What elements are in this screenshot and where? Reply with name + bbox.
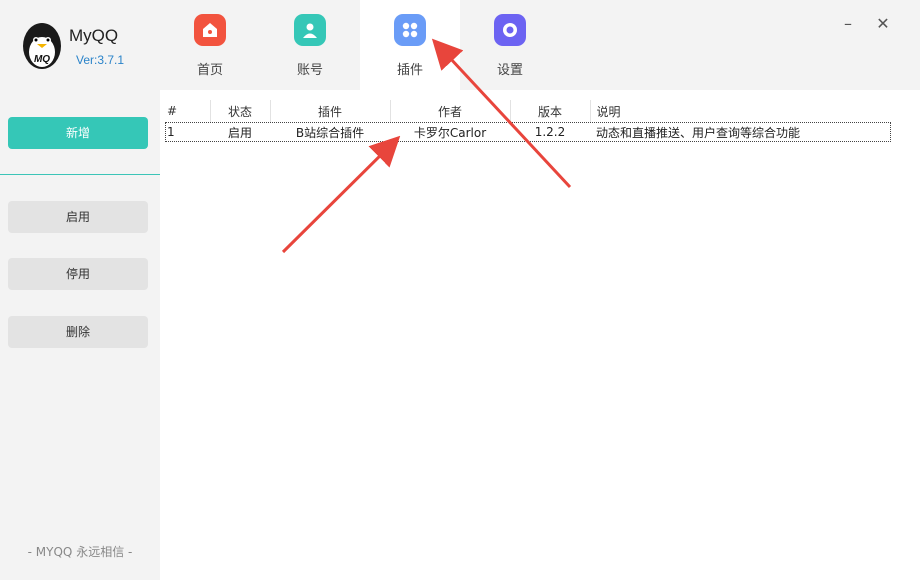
tab-settings[interactable]: 设置 bbox=[460, 0, 560, 90]
col-header-description[interactable]: 说明 bbox=[590, 100, 891, 122]
table-header-row: # 状态 插件 作者 版本 说明 bbox=[165, 100, 891, 122]
plugin-table: # 状态 插件 作者 版本 说明 1 启用 B站综合插件 卡罗尔Carlor 1… bbox=[165, 100, 891, 142]
logo-text: MQ bbox=[34, 54, 50, 65]
penguin-logo-icon: MQ bbox=[22, 22, 62, 70]
sidebar-divider bbox=[0, 174, 160, 175]
close-button[interactable]: ✕ bbox=[873, 14, 893, 34]
cell-plugin: B站综合插件 bbox=[295, 125, 365, 140]
col-header-plugin[interactable]: 插件 bbox=[270, 100, 391, 122]
main-panel: # 状态 插件 作者 版本 说明 1 启用 B站综合插件 卡罗尔Carlor 1… bbox=[160, 90, 920, 580]
app-name: MyQQ bbox=[69, 26, 119, 45]
cell-version: 1.2.2 bbox=[534, 125, 566, 139]
tab-label: 首页 bbox=[196, 63, 223, 78]
table-row[interactable]: 1 启用 B站综合插件 卡罗尔Carlor 1.2.2 动态和直播推送、用户查询… bbox=[165, 122, 891, 142]
tab-home[interactable]: 首页 bbox=[160, 0, 260, 90]
enable-button[interactable]: 启用 bbox=[8, 201, 148, 233]
cell-index: 1 bbox=[167, 125, 175, 139]
settings-icon bbox=[494, 14, 526, 46]
plugin-grid-icon bbox=[394, 14, 426, 46]
add-plugin-button[interactable]: 新增 bbox=[8, 117, 148, 149]
user-icon bbox=[294, 14, 326, 46]
tab-label: 设置 bbox=[496, 63, 523, 78]
delete-button[interactable]: 删除 bbox=[8, 316, 148, 348]
col-header-version[interactable]: 版本 bbox=[510, 100, 591, 122]
sidebar: 新增 启用 停用 删除 - MYQQ 永远相信 - bbox=[0, 90, 160, 580]
cell-description: 动态和直播推送、用户查询等综合功能 bbox=[596, 125, 801, 140]
top-bar: MQ MyQQ Ver:3.7.1 首页 账号 插件 设置 – ✕ bbox=[0, 0, 920, 90]
minimize-button[interactable]: – bbox=[838, 14, 858, 34]
tab-label: 账号 bbox=[296, 63, 323, 78]
cell-status: 启用 bbox=[227, 125, 252, 140]
app-version: Ver:3.7.1 bbox=[76, 53, 125, 67]
col-header-index[interactable]: # bbox=[165, 100, 211, 122]
tab-label: 插件 bbox=[396, 63, 423, 78]
disable-button[interactable]: 停用 bbox=[8, 258, 148, 290]
cell-author: 卡罗尔Carlor bbox=[413, 125, 487, 140]
tab-plugins[interactable]: 插件 bbox=[360, 0, 460, 90]
col-header-author[interactable]: 作者 bbox=[390, 100, 511, 122]
home-icon bbox=[194, 14, 226, 46]
sidebar-footer: - MYQQ 永远相信 - bbox=[27, 545, 133, 559]
tab-account[interactable]: 账号 bbox=[260, 0, 360, 90]
col-header-status[interactable]: 状态 bbox=[210, 100, 271, 122]
